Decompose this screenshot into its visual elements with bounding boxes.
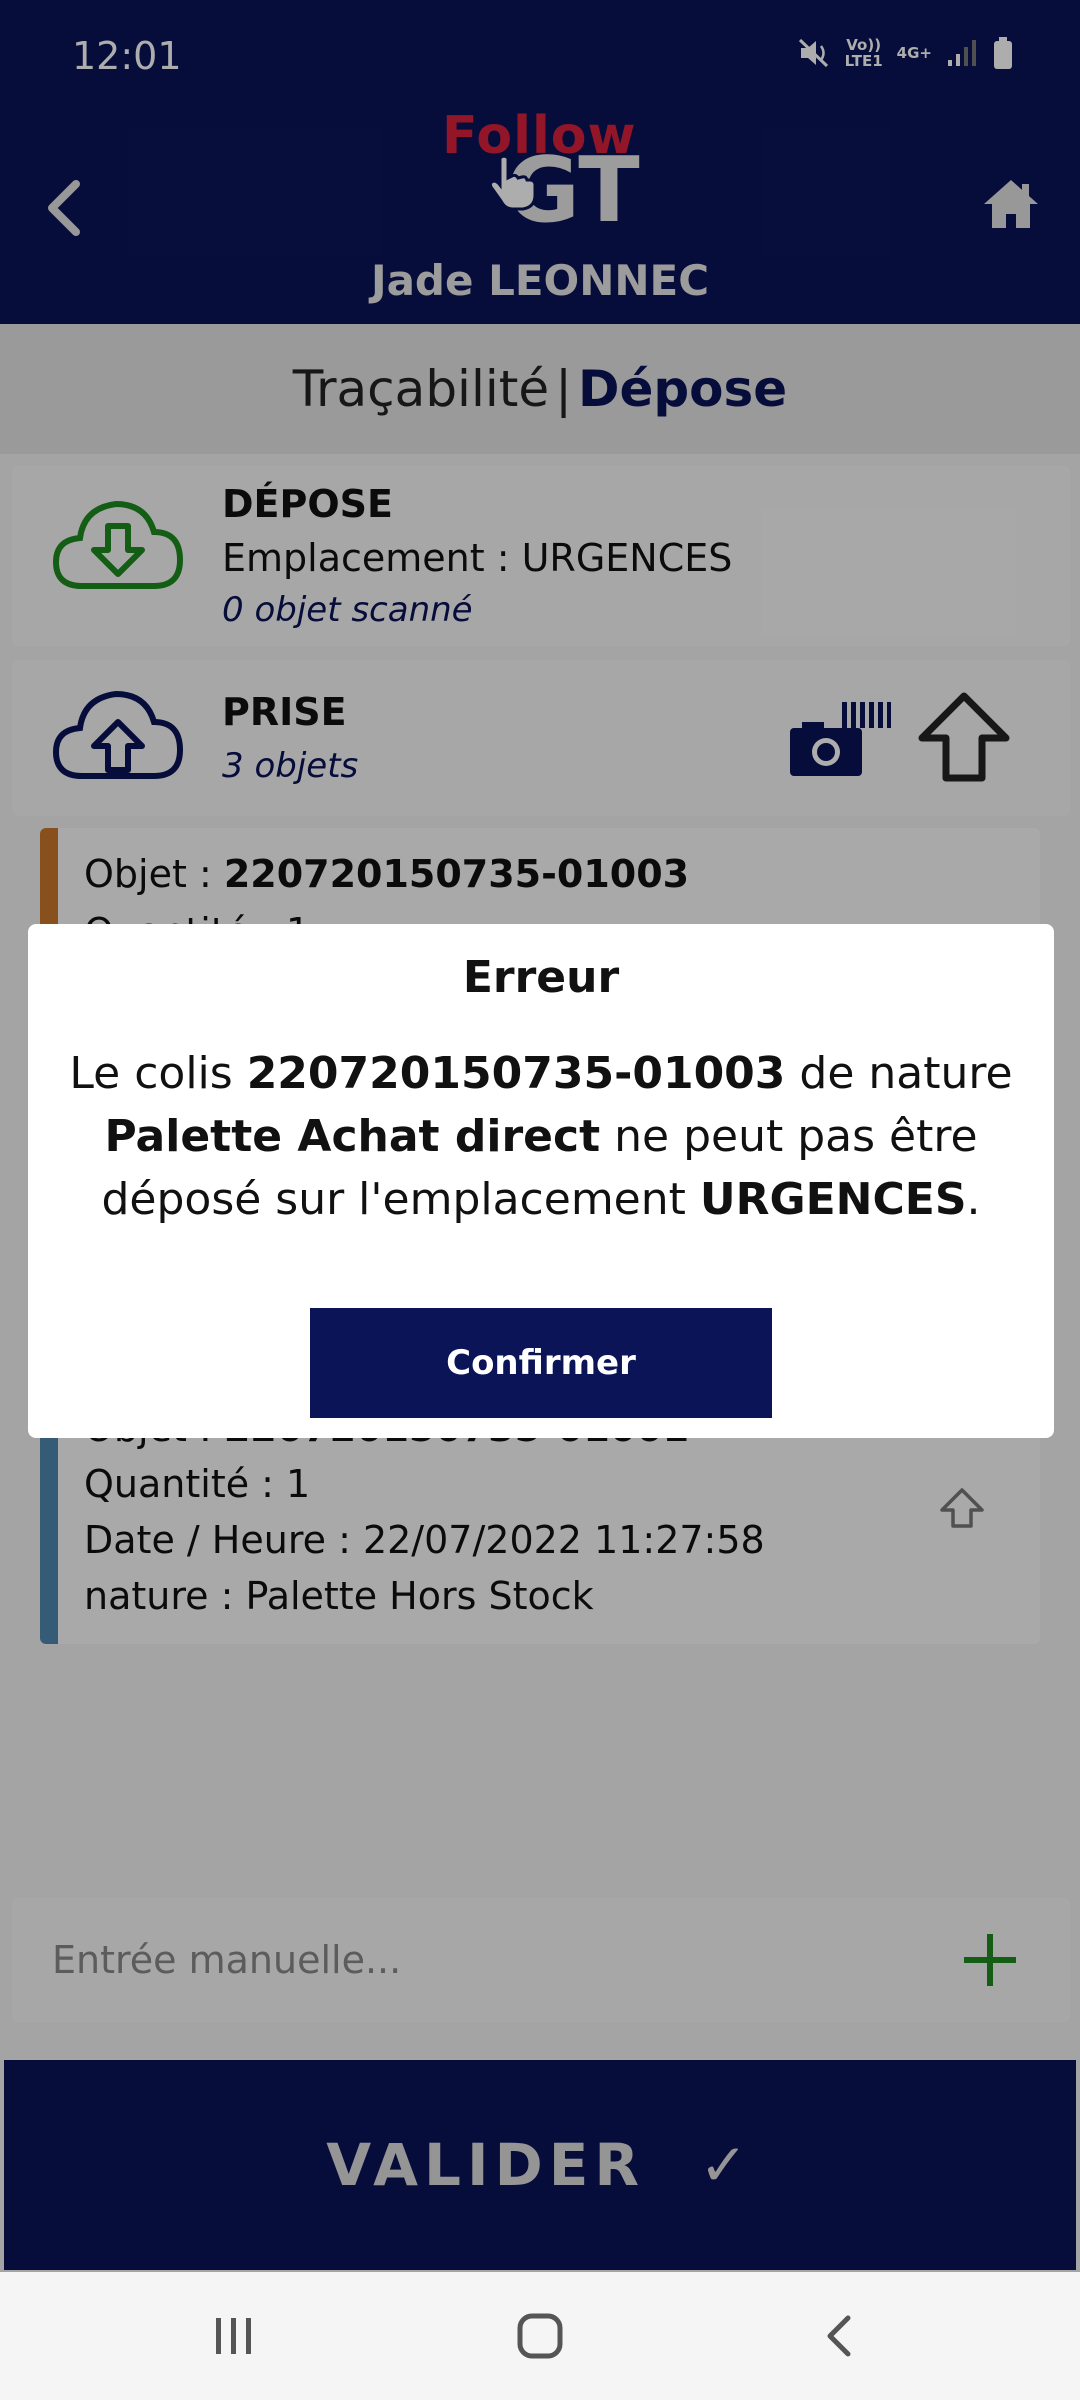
error-dialog: Erreur Le colis 220720150735-01003 de na… [28, 924, 1054, 1438]
back-nav-icon[interactable] [818, 2308, 858, 2364]
recent-apps-icon[interactable] [212, 2308, 256, 2364]
msg-text: . [966, 1174, 981, 1225]
dialog-title: Erreur [462, 952, 620, 1003]
msg-text: de nature [785, 1048, 1013, 1099]
home-nav-icon[interactable] [510, 2308, 570, 2364]
msg-text: Le colis [69, 1048, 247, 1099]
system-nav-bar [0, 2272, 1080, 2400]
msg-nature: Palette Achat direct [104, 1111, 601, 1162]
confirm-button[interactable]: Confirmer [310, 1308, 772, 1418]
msg-colis-id: 220720150735-01003 [246, 1048, 786, 1099]
msg-location: URGENCES [699, 1174, 967, 1225]
dialog-message: Le colis 220720150735-01003 de nature Pa… [68, 1042, 1014, 1231]
